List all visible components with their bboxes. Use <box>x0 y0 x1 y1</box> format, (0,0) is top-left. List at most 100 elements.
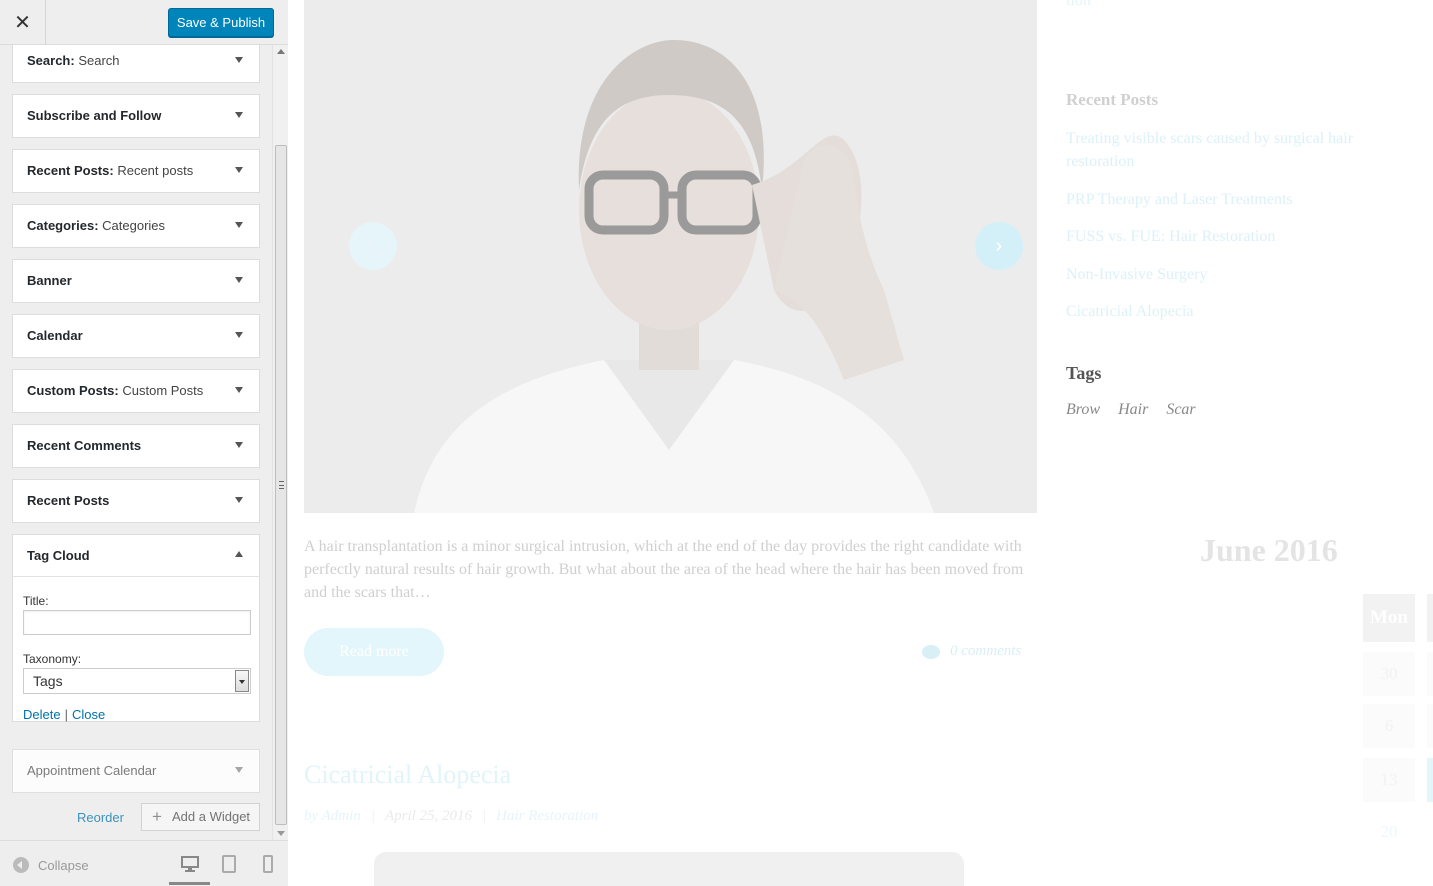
close-widget-link[interactable]: Close <box>72 707 105 722</box>
recent-post-link[interactable]: PRP Therapy and Laser Treatments <box>1066 188 1401 211</box>
post-category[interactable]: Hair Restoration <box>496 808 598 824</box>
customizer-panel: ✕ Save & Publish Search: Search Subscrib… <box>0 0 288 886</box>
expand-arrow-icon[interactable] <box>235 222 243 228</box>
widget-title: Calendar <box>27 328 83 343</box>
slider-prev-button[interactable]: ‹ <box>349 222 397 270</box>
title-input[interactable] <box>23 610 251 635</box>
collapse-button[interactable]: Collapse <box>13 857 89 873</box>
expand-arrow-icon[interactable] <box>235 767 243 773</box>
calendar-day-cell[interactable]: 30 <box>1363 652 1415 696</box>
recent-post-link[interactable]: FUSS vs. FUE: Hair Restoration <box>1066 225 1401 248</box>
next-post-meta: by Admin | April 25, 2016 | Hair Restoration <box>304 808 599 824</box>
close-customizer-button[interactable]: ✕ <box>0 0 46 45</box>
save-publish-button[interactable]: Save & Publish <box>168 8 274 37</box>
widget-list: Search: Search Subscribe and Follow Rece… <box>0 45 272 840</box>
widget-tag-cloud-header[interactable]: Tag Cloud <box>13 535 259 577</box>
post-date: April 25, 2016 <box>384 808 473 824</box>
taxonomy-selected-value: Tags <box>33 673 63 689</box>
plus-icon: + <box>152 807 162 826</box>
collapse-arrow-icon[interactable] <box>235 551 243 557</box>
recent-post-link[interactable]: Cicatricial Alopecia <box>1066 300 1401 323</box>
widget-search[interactable]: Search: Search <box>12 45 260 83</box>
scroll-up-arrow-icon[interactable] <box>277 49 285 54</box>
widget-title: Search: Search <box>27 53 120 68</box>
expand-arrow-icon[interactable] <box>235 332 243 338</box>
taxonomy-field-label: Taxonomy: <box>23 652 82 666</box>
delete-widget-link[interactable]: Delete <box>23 707 61 722</box>
widget-subscribe-follow[interactable]: Subscribe and Follow <box>12 94 260 138</box>
calendar-day-header: Mon <box>1363 594 1415 642</box>
calendar-day-header: Tue <box>1427 594 1433 642</box>
desktop-icon[interactable] <box>180 855 200 873</box>
tag-link[interactable]: Hair <box>1118 401 1148 419</box>
slider-next-button[interactable]: › <box>975 222 1023 270</box>
expand-arrow-icon[interactable] <box>235 387 243 393</box>
site-preview: ‹ › A hair transplantation is a minor su… <box>288 0 1433 886</box>
active-device-indicator <box>169 882 210 885</box>
title-field-label: Title: <box>23 594 49 608</box>
calendar-title: June 2016 <box>1200 532 1338 568</box>
post-author[interactable]: by Admin <box>304 808 361 824</box>
close-icon: ✕ <box>14 12 31 34</box>
chevron-down-icon[interactable] <box>235 670 249 692</box>
customizer-window: { "header": { "close_label": "✕", "publi… <box>0 0 1433 886</box>
scroll-down-arrow-icon[interactable] <box>277 831 285 836</box>
calendar-day-cell[interactable]: 31 <box>1427 652 1433 696</box>
widget-title: Subscribe and Follow <box>27 108 162 123</box>
widget-title: Tag Cloud <box>27 548 90 563</box>
tag-link[interactable]: Brow <box>1066 401 1100 419</box>
panel-footer: Collapse <box>0 840 288 886</box>
widget-recent-posts-2[interactable]: Recent Posts <box>12 479 260 523</box>
expand-arrow-icon[interactable] <box>235 442 243 448</box>
calendar-day-cell[interactable]: 21 <box>1427 810 1433 854</box>
post-excerpt: A hair transplantation is a minor surgic… <box>304 538 1024 601</box>
panel-header: ✕ Save & Publish <box>0 0 288 45</box>
add-widget-button[interactable]: + Add a Widget <box>141 803 260 831</box>
comment-bubble-icon <box>922 644 940 659</box>
featured-image: ‹ › <box>304 0 1037 513</box>
widget-banner[interactable]: Banner <box>12 259 260 303</box>
link-separator: | <box>64 707 68 722</box>
widget-title: Recent Comments <box>27 438 142 453</box>
recent-post-link[interactable]: Non-Invasive Surgery <box>1066 263 1401 286</box>
widget-title: Recent Posts: Recent posts <box>27 163 194 178</box>
expand-arrow-icon[interactable] <box>235 167 243 173</box>
tag-link[interactable]: Scar <box>1166 401 1195 419</box>
widget-title: Recent Posts <box>27 493 110 508</box>
tablet-icon[interactable] <box>219 855 239 873</box>
widget-title: Custom Posts: Custom Posts <box>27 383 204 398</box>
tag-list: Brow Hair Scar <box>1066 401 1196 419</box>
widget-recent-comments[interactable]: Recent Comments <box>12 424 260 468</box>
calendar-day-cell[interactable]: 7 <box>1427 704 1433 748</box>
portrait-image <box>304 0 1037 513</box>
next-post-title[interactable]: Cicatricial Alopecia <box>304 760 511 790</box>
grip-icon <box>279 481 284 489</box>
mobile-icon[interactable] <box>258 855 278 873</box>
scroll-thumb[interactable] <box>275 145 287 825</box>
expand-arrow-icon[interactable] <box>235 497 243 503</box>
comments-count: 0 comments <box>950 643 1022 659</box>
read-more-button[interactable]: Read more <box>304 628 444 676</box>
panel-scrollbar[interactable] <box>272 45 288 840</box>
widget-title: Categories: Categories <box>27 218 166 233</box>
calendar-day-cell[interactable]: 6 <box>1363 704 1415 748</box>
add-widget-label: Add a Widget <box>172 809 251 824</box>
collapse-label: Collapse <box>38 857 89 873</box>
widget-custom-posts[interactable]: Custom Posts: Custom Posts <box>12 369 260 413</box>
widget-appointment-calendar[interactable]: Appointment Calendar <box>12 749 260 793</box>
expand-arrow-icon[interactable] <box>235 277 243 283</box>
taxonomy-select[interactable]: Tags <box>23 668 251 694</box>
calendar-day-cell[interactable]: 20 <box>1363 810 1415 854</box>
calendar-today-cell[interactable]: 14 <box>1427 758 1433 802</box>
comments-link[interactable]: 0 comments <box>922 643 1021 660</box>
widget-categories[interactable]: Categories: Categories <box>12 204 260 248</box>
recent-post-link[interactable]: Treating visible scars caused by surgica… <box>1066 127 1401 173</box>
widget-title: Banner <box>27 273 72 288</box>
widget-calendar[interactable]: Calendar <box>12 314 260 358</box>
reorder-link[interactable]: Reorder <box>77 810 124 825</box>
expand-arrow-icon[interactable] <box>235 112 243 118</box>
widget-recent-posts[interactable]: Recent Posts: Recent posts <box>12 149 260 193</box>
expand-arrow-icon[interactable] <box>235 57 243 63</box>
calendar-day-cell[interactable]: 13 <box>1363 758 1415 802</box>
widget-tag-cloud: Tag Cloud Title: Taxonomy: Tags Delete | C… <box>12 534 260 722</box>
